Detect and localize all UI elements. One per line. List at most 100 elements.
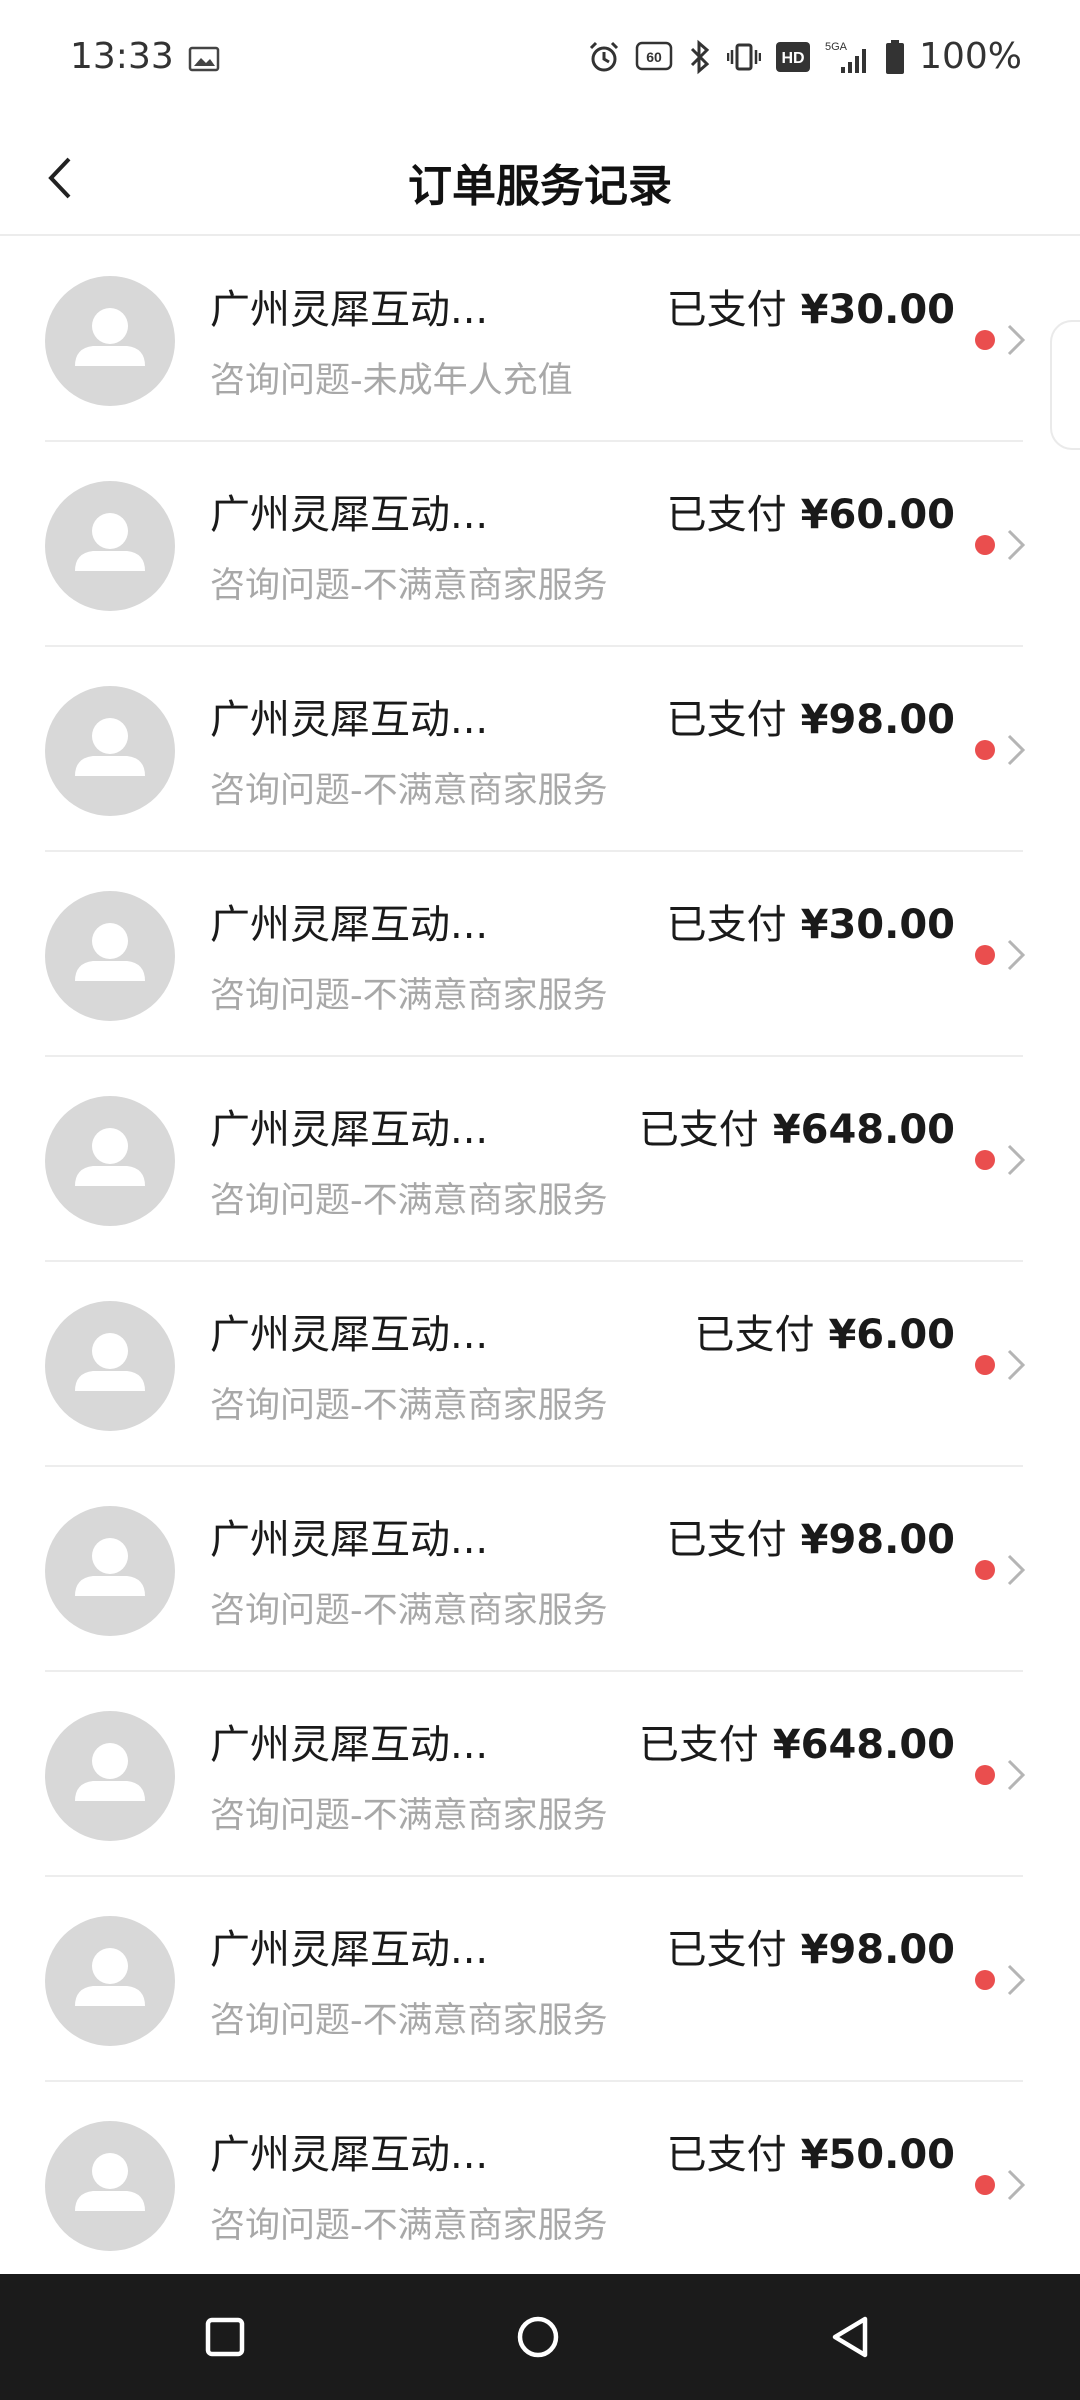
- issue-description: 咨询问题-不满意商家服务: [210, 771, 608, 811]
- chevron-right-icon: [1007, 1144, 1026, 1176]
- default-avatar-icon: [75, 308, 145, 366]
- payment-status: 已支付: [638, 1107, 759, 1153]
- merchant-avatar: [45, 891, 175, 1021]
- home-icon: [517, 2316, 559, 2358]
- chevron-right-icon: [1007, 529, 1026, 561]
- order-row[interactable]: 广州灵犀互动... 咨询问题-不满意商家服务 已支付 ¥98.00: [45, 1877, 1026, 2082]
- back-nav-button[interactable]: [820, 2307, 880, 2367]
- merchant-avatar: [45, 276, 175, 406]
- payment-status: 已支付: [666, 1927, 787, 1973]
- default-avatar-icon: [75, 1333, 145, 1391]
- default-avatar-icon: [75, 1128, 145, 1186]
- payment-info: 已支付 ¥648.00: [639, 1712, 955, 1770]
- order-row[interactable]: 广州灵犀互动... 咨询问题-未成年人充值 已支付 ¥30.00: [45, 237, 1026, 442]
- order-amount: ¥30.00: [800, 902, 955, 948]
- default-avatar-icon: [75, 1538, 145, 1596]
- payment-info: 已支付 ¥98.00: [667, 1507, 955, 1565]
- status-bar: 13:33 60 HD 5GA 100%: [0, 0, 1080, 120]
- chevron-right-icon: [1007, 939, 1026, 971]
- default-avatar-icon: [75, 513, 145, 571]
- merchant-avatar: [45, 1301, 175, 1431]
- merchant-avatar: [45, 1096, 175, 1226]
- hd-icon: HD: [776, 41, 811, 72]
- merchant-name: 广州灵犀互动...: [210, 287, 489, 333]
- merchant-name: 广州灵犀互动...: [210, 492, 489, 538]
- default-avatar-icon: [75, 1948, 145, 2006]
- merchant-avatar: [45, 686, 175, 816]
- status-icons: 60 HD 5GA 100%: [587, 36, 1022, 77]
- order-amount: ¥50.00: [800, 2132, 955, 2178]
- issue-description: 咨询问题-不满意商家服务: [210, 2001, 608, 2041]
- order-row[interactable]: 广州灵犀互动... 咨询问题-不满意商家服务 已支付 ¥30.00: [45, 852, 1026, 1057]
- order-amount: ¥98.00: [800, 697, 955, 743]
- recent-apps-icon: [205, 2317, 245, 2357]
- unread-dot: [975, 2175, 995, 2195]
- order-amount: ¥30.00: [800, 287, 955, 333]
- system-nav-bar: [0, 2274, 1080, 2400]
- payment-info: 已支付 ¥98.00: [667, 1917, 955, 1975]
- alarm-icon: [590, 41, 619, 71]
- payment-status: 已支付: [666, 287, 787, 333]
- default-avatar-icon: [75, 1743, 145, 1801]
- merchant-avatar: [45, 1506, 175, 1636]
- merchant-name: 广州灵犀互动...: [210, 2132, 489, 2178]
- order-row[interactable]: 广州灵犀互动... 咨询问题-不满意商家服务 已支付 ¥648.00: [45, 1057, 1026, 1262]
- merchant-name: 广州灵犀互动...: [210, 1107, 489, 1153]
- unread-dot: [975, 1150, 995, 1170]
- issue-description: 咨询问题-不满意商家服务: [210, 1181, 608, 1221]
- unread-dot: [975, 945, 995, 965]
- merchant-avatar: [45, 481, 175, 611]
- merchant-name: 广州灵犀互动...: [210, 1722, 489, 1768]
- refresh-rate-label: 60: [646, 49, 662, 65]
- unread-dot: [975, 330, 995, 350]
- order-amount: ¥98.00: [800, 1927, 955, 1973]
- chevron-right-icon: [1007, 1349, 1026, 1381]
- image-icon: [188, 46, 220, 72]
- payment-info: 已支付 ¥648.00: [639, 1097, 955, 1155]
- order-row[interactable]: 广州灵犀互动... 咨询问题-不满意商家服务 已支付 ¥98.00: [45, 1467, 1026, 1672]
- merchant-avatar: [45, 1916, 175, 2046]
- order-amount: ¥6.00: [828, 1312, 955, 1358]
- issue-description: 咨询问题-不满意商家服务: [210, 1386, 608, 1426]
- merchant-name: 广州灵犀互动...: [210, 697, 489, 743]
- order-row[interactable]: 广州灵犀互动... 咨询问题-不满意商家服务 已支付 ¥60.00: [45, 442, 1026, 647]
- issue-description: 咨询问题-不满意商家服务: [210, 566, 608, 606]
- status-time: 13:33: [70, 36, 174, 77]
- recent-apps-button[interactable]: [195, 2307, 255, 2367]
- hd-label: HD: [782, 50, 805, 67]
- battery-percentage: 100%: [919, 36, 1022, 77]
- vibrate-icon: [727, 43, 762, 70]
- unread-dot: [975, 740, 995, 760]
- payment-status: 已支付: [666, 2132, 787, 2178]
- issue-description: 咨询问题-不满意商家服务: [210, 1796, 608, 1836]
- issue-description: 咨询问题-不满意商家服务: [210, 2206, 608, 2246]
- payment-status: 已支付: [638, 1722, 759, 1768]
- payment-status: 已支付: [666, 492, 787, 538]
- payment-info: 已支付 ¥98.00: [667, 687, 955, 745]
- order-row[interactable]: 广州灵犀互动... 咨询问题-不满意商家服务 已支付 ¥50.00: [45, 2082, 1026, 2287]
- home-button[interactable]: [508, 2307, 568, 2367]
- signal-5ga-icon: 5GA: [825, 41, 867, 73]
- unread-dot: [975, 535, 995, 555]
- merchant-name: 广州灵犀互动...: [210, 1927, 489, 1973]
- payment-info: 已支付 ¥30.00: [667, 277, 955, 335]
- chevron-right-icon: [1007, 734, 1026, 766]
- default-avatar-icon: [75, 923, 145, 981]
- order-amount: ¥60.00: [800, 492, 955, 538]
- merchant-avatar: [45, 1711, 175, 1841]
- order-row[interactable]: 广州灵犀互动... 咨询问题-不满意商家服务 已支付 ¥98.00: [45, 647, 1026, 852]
- order-list: 广州灵犀互动... 咨询问题-未成年人充值 已支付 ¥30.00 广州灵犀互动..…: [0, 237, 1080, 2287]
- payment-info: 已支付 ¥6.00: [694, 1302, 955, 1360]
- merchant-name: 广州灵犀互动...: [210, 1312, 489, 1358]
- issue-description: 咨询问题-不满意商家服务: [210, 1591, 608, 1631]
- order-row[interactable]: 广州灵犀互动... 咨询问题-不满意商家服务 已支付 ¥648.00: [45, 1672, 1026, 1877]
- unread-dot: [975, 1765, 995, 1785]
- chevron-right-icon: [1007, 1554, 1026, 1586]
- edge-panel-handle[interactable]: [1050, 320, 1080, 450]
- order-amount: ¥648.00: [772, 1722, 955, 1768]
- unread-dot: [975, 1355, 995, 1375]
- battery-icon: [886, 39, 905, 74]
- order-row[interactable]: 广州灵犀互动... 咨询问题-不满意商家服务 已支付 ¥6.00: [45, 1262, 1026, 1467]
- chevron-right-icon: [1007, 324, 1026, 356]
- payment-status: 已支付: [666, 697, 787, 743]
